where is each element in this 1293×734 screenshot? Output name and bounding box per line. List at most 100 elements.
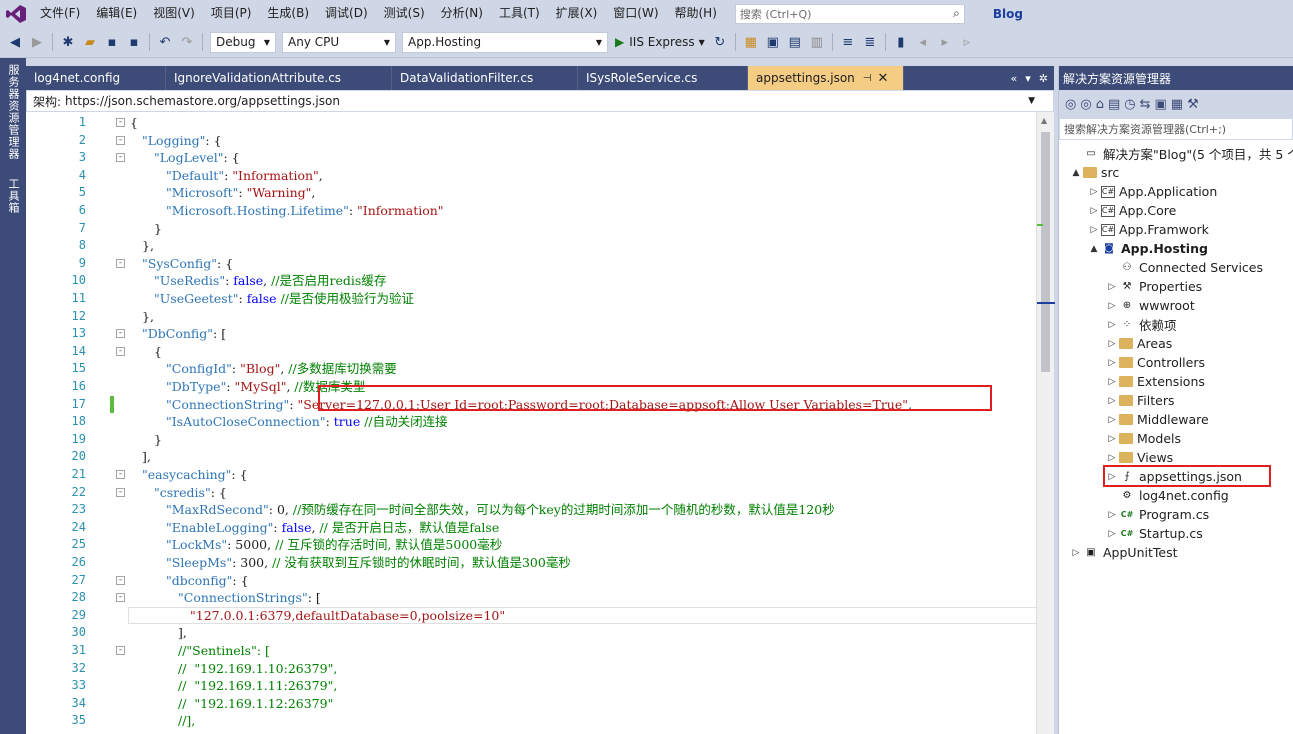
scroll-thumb[interactable] bbox=[1041, 132, 1050, 372]
tree-item[interactable]: ▭ 解决方案"Blog"(5 个项目，共 5 个) bbox=[1069, 144, 1293, 163]
tree-item[interactable]: ▷ C# App.Framwork bbox=[1087, 220, 1209, 239]
code-line[interactable]: 10 "UseRedis": false, //是否启用redis缓存 bbox=[26, 272, 1036, 290]
code-line[interactable]: 31 - //"Sentinels": [ bbox=[26, 642, 1036, 660]
menu-item[interactable]: 文件(F) bbox=[32, 0, 88, 27]
tree-item[interactable]: ▷ C# App.Application bbox=[1087, 182, 1218, 201]
tab-list-icon[interactable]: ▾ bbox=[1025, 72, 1031, 85]
code-line[interactable]: 26 "SleepMs": 300, // 没有获取到互斥锁时的休眠时间，默认值是… bbox=[26, 554, 1036, 572]
expand-toggle-icon[interactable]: ▷ bbox=[1105, 510, 1119, 520]
code-line[interactable]: 8}, bbox=[26, 237, 1036, 255]
tab-appsettings-json[interactable]: appsettings.json ⊣ ✕ bbox=[748, 66, 904, 90]
code-line[interactable]: 23 "MaxRdSecond": 0, //预防缓存在同一时间全部失效，可以为每… bbox=[26, 501, 1036, 519]
code-line[interactable]: 32 // "192.169.1.10:26379", bbox=[26, 660, 1036, 678]
expand-toggle-icon[interactable]: ▷ bbox=[1105, 301, 1119, 311]
solution-search-input[interactable]: 搜索解决方案资源管理器(Ctrl+;) bbox=[1059, 118, 1293, 140]
forward-icon[interactable]: ▶ bbox=[28, 33, 46, 51]
tree-item[interactable]: ▲ ◙ App.Hosting bbox=[1087, 239, 1208, 258]
tab-data-validation-filter[interactable]: DataValidationFilter.cs bbox=[392, 66, 578, 90]
fold-toggle-icon[interactable]: - bbox=[116, 593, 125, 603]
code-line[interactable]: 24 "EnableLogging": false, // 是否开启日志，默认值是… bbox=[26, 519, 1036, 537]
menu-item[interactable]: 分析(N) bbox=[433, 0, 491, 27]
bookmark-prev-icon[interactable]: ◂ bbox=[914, 33, 932, 51]
back-icon[interactable]: ◀ bbox=[6, 33, 24, 51]
menu-item[interactable]: 窗口(W) bbox=[605, 0, 666, 27]
code-editor[interactable]: 1-{2- "Logging": {3- "LogLevel": {4 "Defaul… bbox=[26, 112, 1036, 734]
fold-toggle-icon[interactable]: - bbox=[116, 346, 125, 356]
bookmark-icon[interactable]: ▮ bbox=[892, 33, 910, 51]
tab-ignore-validation-attribute[interactable]: IgnoreValidationAttribute.cs bbox=[166, 66, 392, 90]
platform-select[interactable]: Any CPU ▼ bbox=[282, 31, 396, 53]
menu-item[interactable]: 帮助(H) bbox=[667, 0, 725, 27]
tree-item[interactable]: ▷ Areas bbox=[1105, 334, 1173, 353]
code-line[interactable]: 5 "Microsoft": "Warning", bbox=[26, 184, 1036, 202]
server-explorer-tab[interactable]: 服务器资源管理器 bbox=[5, 64, 21, 160]
code-line[interactable]: 22 - "csredis": { bbox=[26, 484, 1036, 502]
expand-toggle-icon[interactable]: ▷ bbox=[1105, 320, 1119, 330]
code-line[interactable]: 2 - "Logging": { bbox=[26, 132, 1036, 150]
toolbox-tab[interactable]: 工具箱 bbox=[5, 178, 21, 214]
code-line[interactable]: 13 - "DbConfig": [ bbox=[26, 325, 1036, 343]
expand-toggle-icon[interactable]: ▷ bbox=[1105, 529, 1119, 539]
code-line[interactable]: 7} bbox=[26, 220, 1036, 238]
collapse-all-icon[interactable]: ▣ bbox=[1155, 97, 1167, 112]
layout-icon[interactable]: ▤ bbox=[786, 33, 804, 51]
back-icon[interactable]: ◎ bbox=[1065, 97, 1076, 112]
tree-item[interactable]: ▷ Models bbox=[1105, 429, 1182, 448]
save-icon[interactable]: ▪ bbox=[103, 33, 121, 51]
forward-icon[interactable]: ◎ bbox=[1080, 97, 1091, 112]
code-line[interactable]: 15 "ConfigId": "Blog", //多数据库切换需要 bbox=[26, 360, 1036, 378]
code-line[interactable]: 12}, bbox=[26, 308, 1036, 326]
table-icon[interactable]: ▥ bbox=[808, 33, 826, 51]
sync-icon[interactable]: ⇆ bbox=[1140, 97, 1151, 112]
tree-item[interactable]: ▷ Middleware bbox=[1105, 410, 1209, 429]
code-line[interactable]: 18 "IsAutoCloseConnection": true //自动关闭连接 bbox=[26, 413, 1036, 431]
configuration-select[interactable]: Debug ▼ bbox=[210, 31, 276, 53]
code-line[interactable]: 21 - "easycaching": { bbox=[26, 466, 1036, 484]
expand-toggle-icon[interactable]: ▷ bbox=[1087, 225, 1101, 235]
fold-toggle-icon[interactable]: - bbox=[116, 470, 125, 479]
open-folder-icon[interactable]: ▰ bbox=[81, 33, 99, 51]
tree-item[interactable]: ▷ C# Startup.cs bbox=[1105, 524, 1203, 543]
fold-toggle-icon[interactable]: - bbox=[116, 153, 125, 163]
bookmark-next-icon[interactable]: ▸ bbox=[936, 33, 954, 51]
tree-item[interactable]: ▷ ⁘ 依赖项 bbox=[1105, 315, 1177, 334]
fold-toggle-icon[interactable]: - bbox=[116, 487, 125, 497]
menu-item[interactable]: 生成(B) bbox=[259, 0, 317, 27]
fold-toggle-icon[interactable]: - bbox=[116, 575, 125, 585]
settings-icon[interactable]: ✲ bbox=[1039, 72, 1048, 85]
fold-toggle-icon[interactable]: - bbox=[116, 258, 125, 268]
fold-toggle-icon[interactable]: - bbox=[116, 135, 125, 145]
code-line[interactable]: 19} bbox=[26, 431, 1036, 449]
tree-item[interactable]: ⚇ Connected Services bbox=[1105, 258, 1263, 277]
browser-link-icon[interactable]: ▦ bbox=[742, 33, 760, 51]
expand-toggle-icon[interactable]: ▷ bbox=[1105, 415, 1119, 425]
tab-isysrole-service[interactable]: ISysRoleService.cs bbox=[578, 66, 748, 90]
expand-toggle-icon[interactable]: ▲ bbox=[1069, 168, 1083, 178]
tree-item[interactable]: ▷ C# Program.cs bbox=[1105, 505, 1210, 524]
expand-toggle-icon[interactable]: ▲ bbox=[1087, 244, 1101, 254]
code-line[interactable]: 9 - "SysConfig": { bbox=[26, 255, 1036, 273]
undo-icon[interactable]: ↶ bbox=[156, 33, 174, 51]
refresh-icon[interactable]: ↻ bbox=[711, 33, 729, 51]
tree-item[interactable]: ▷ ⊕ wwwroot bbox=[1105, 296, 1195, 315]
expand-toggle-icon[interactable]: ▷ bbox=[1105, 339, 1119, 349]
save-all-icon[interactable]: ▪ bbox=[125, 33, 143, 51]
show-all-files-icon[interactable]: ▦ bbox=[1171, 97, 1183, 112]
code-line[interactable]: 34 // "192.169.1.12:26379" bbox=[26, 695, 1036, 713]
tree-item[interactable]: ▷ Extensions bbox=[1105, 372, 1205, 391]
tree-item[interactable]: ▷ ▣ AppUnitTest bbox=[1069, 543, 1178, 562]
close-icon[interactable]: ✕ bbox=[878, 71, 889, 86]
properties-icon[interactable]: ⚒ bbox=[1187, 97, 1199, 112]
code-line[interactable]: 6 "Microsoft.Hosting.Lifetime": "Informat… bbox=[26, 202, 1036, 220]
code-line[interactable]: 28 - "ConnectionStrings": [ bbox=[26, 589, 1036, 607]
tree-item[interactable]: ▷ Controllers bbox=[1105, 353, 1205, 372]
code-line[interactable]: 20], bbox=[26, 448, 1036, 466]
code-line[interactable]: 16 "DbType": "MySql", //数据库类型 bbox=[26, 378, 1036, 396]
code-line[interactable]: 33 // "192.169.1.11:26379", bbox=[26, 677, 1036, 695]
screenshot-icon[interactable]: ▣ bbox=[764, 33, 782, 51]
solution-name[interactable]: Blog bbox=[987, 3, 1029, 25]
new-project-icon[interactable]: ✱ bbox=[59, 33, 77, 51]
expand-toggle-icon[interactable]: ▷ bbox=[1087, 206, 1101, 216]
tree-item[interactable]: ▷ C# App.Core bbox=[1087, 201, 1177, 220]
expand-toggle-icon[interactable]: ▷ bbox=[1087, 187, 1101, 197]
